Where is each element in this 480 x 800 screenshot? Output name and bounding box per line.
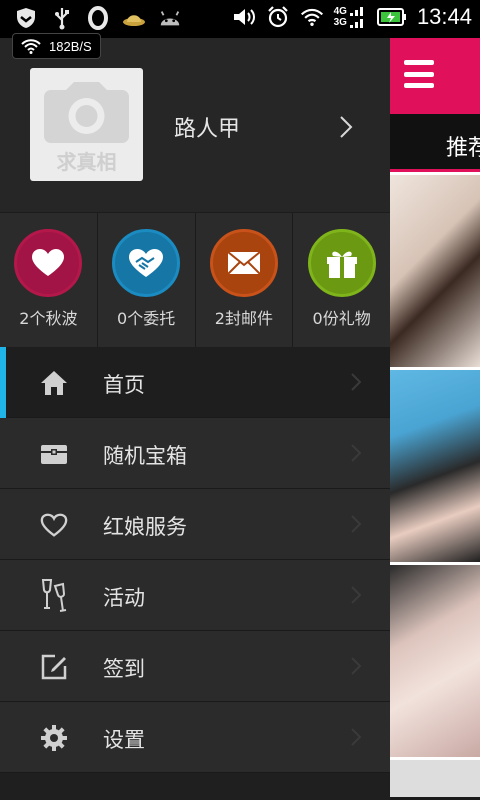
menu-item-label: 首页 <box>103 373 145 397</box>
tab-recommend[interactable]: 推荐 <box>446 130 480 162</box>
stat-label: 0个委托 <box>117 309 176 328</box>
menu-item-label: 红娘服务 <box>103 515 187 539</box>
menu-item-matchmaker[interactable]: 红娘服务 <box>0 489 390 560</box>
chevron-right-icon <box>351 444 362 462</box>
volume-icon <box>232 5 256 29</box>
android-icon <box>158 6 182 30</box>
treasure-chest-icon <box>40 440 68 468</box>
stat-entrusts[interactable]: 0个委托 <box>97 213 196 347</box>
username: 路人甲 <box>174 117 241 142</box>
chevron-right-icon <box>351 373 362 391</box>
signal-icon <box>349 7 363 28</box>
navigation-drawer: 求真相 路人甲 2个秋波 0个委托 2封邮件 0份礼物 首页 随机宝箱 红娘服务… <box>0 38 390 800</box>
shield-icon <box>14 6 38 30</box>
network-speed: 182B/S <box>49 38 92 54</box>
opera-icon <box>86 6 110 30</box>
wifi-icon <box>300 5 324 29</box>
handshake-heart-icon <box>112 229 181 297</box>
stat-gifts[interactable]: 0份礼物 <box>293 213 390 347</box>
avatar[interactable]: 求真相 <box>30 68 143 181</box>
network-indicator: 4G 3G <box>334 5 367 29</box>
menu-item-settings[interactable]: 设置 <box>0 702 390 773</box>
heart-outline-icon <box>40 511 68 539</box>
clock: 13:44 <box>416 4 472 29</box>
user-photo[interactable] <box>390 367 480 562</box>
gift-icon <box>307 229 376 297</box>
heart-icon <box>14 229 83 297</box>
wifi-icon <box>21 39 41 54</box>
network-speed-badge: 182B/S <box>12 33 101 59</box>
user-photo[interactable] <box>390 562 480 757</box>
menu-item-checkin[interactable]: 签到 <box>0 631 390 702</box>
chevron-right-icon[interactable] <box>337 114 355 140</box>
menu-item-label: 签到 <box>103 657 145 681</box>
stat-mails[interactable]: 2封邮件 <box>195 213 294 347</box>
battery-icon <box>376 5 407 29</box>
stat-label: 0份礼物 <box>312 309 371 328</box>
menu-item-home[interactable]: 首页 <box>0 347 390 418</box>
stat-label: 2个秋波 <box>19 309 78 328</box>
chevron-right-icon <box>351 728 362 746</box>
main-content: 推荐 <box>390 38 480 800</box>
camera-icon <box>44 82 129 143</box>
usb-icon <box>50 6 74 30</box>
menu-item-activities[interactable]: 活动 <box>0 560 390 631</box>
network-3g-label: 3G <box>333 17 347 28</box>
menu-item-label: 随机宝箱 <box>103 444 187 468</box>
drawer-menu: 首页 随机宝箱 红娘服务 活动 签到 设置 <box>0 347 390 773</box>
alarm-icon <box>266 5 290 29</box>
main-tabbar: 推荐 <box>390 114 480 172</box>
hat-icon <box>122 6 146 30</box>
home-icon <box>40 369 68 397</box>
menu-item-label: 设置 <box>103 728 145 752</box>
edit-checkin-icon <box>40 653 68 681</box>
chevron-right-icon <box>351 657 362 675</box>
stat-winks[interactable]: 2个秋波 <box>0 213 98 347</box>
user-photo[interactable] <box>390 757 480 797</box>
stats-row: 2个秋波 0个委托 2封邮件 0份礼物 <box>0 212 390 347</box>
gear-icon <box>40 724 68 752</box>
user-photo[interactable] <box>390 172 480 367</box>
wine-glasses-icon <box>40 579 68 612</box>
main-header <box>390 38 480 114</box>
network-4g-label: 4G <box>333 6 347 17</box>
menu-item-random-chest[interactable]: 随机宝箱 <box>0 418 390 489</box>
mail-icon <box>209 229 278 297</box>
drawer-footer <box>0 773 390 800</box>
menu-icon[interactable] <box>404 60 434 88</box>
avatar-caption: 求真相 <box>56 150 117 174</box>
chevron-right-icon <box>351 515 362 533</box>
profile-header[interactable]: 求真相 路人甲 <box>0 38 390 212</box>
chevron-right-icon <box>351 586 362 604</box>
menu-item-label: 活动 <box>103 586 145 610</box>
stat-label: 2封邮件 <box>214 309 273 328</box>
